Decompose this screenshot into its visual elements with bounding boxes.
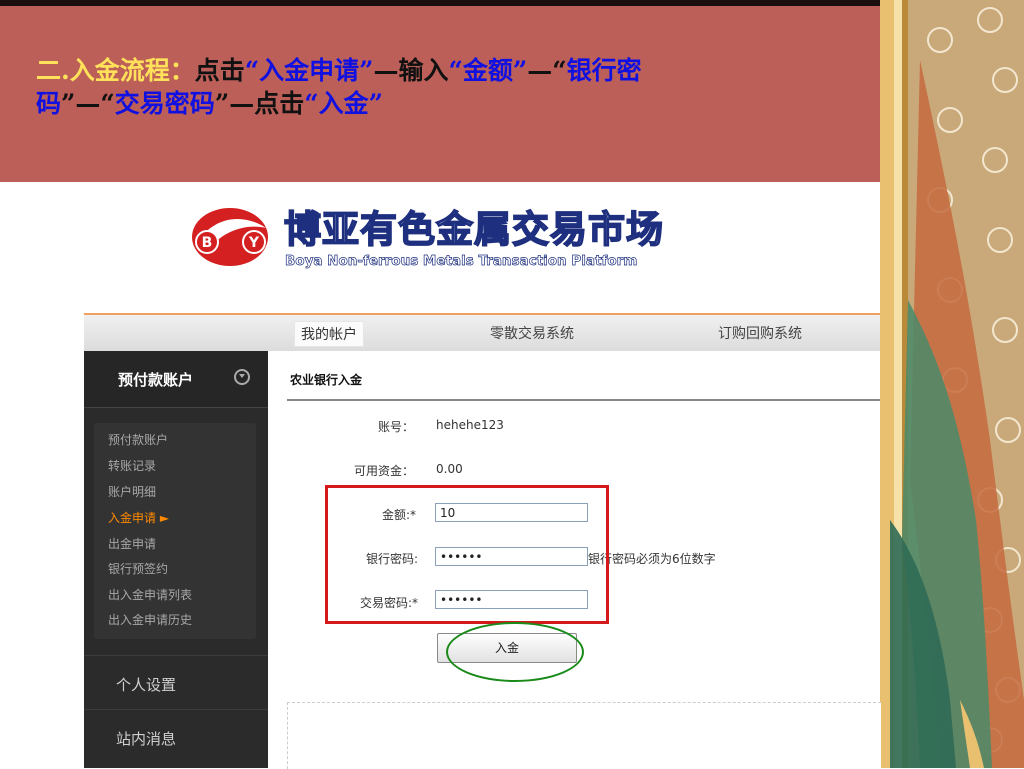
sidebar-item-prepaid-account[interactable]: 预付款账户: [108, 433, 168, 447]
sidebar-item-request-list[interactable]: 出入金申请列表: [108, 588, 192, 602]
boya-logo: B Y: [192, 208, 268, 266]
sidebar-section-personal-settings[interactable]: 个人设置: [84, 655, 268, 710]
sidebar-item-withdraw-request[interactable]: 出金申请: [108, 537, 156, 551]
title-prefix: 二.入金流程：: [36, 56, 195, 85]
title-part: “入金申请”: [244, 56, 374, 85]
nav-tab-my-account[interactable]: 我的帐户: [294, 321, 364, 347]
title-part: 银行密: [566, 56, 642, 85]
form-title: 农业银行入金: [290, 373, 363, 387]
title-part: “金额”: [448, 56, 528, 85]
form-title-divider: [287, 399, 880, 401]
title-part: —点击: [229, 89, 305, 118]
highlight-box-annotation: [325, 485, 609, 624]
title-part: 交易密码: [114, 89, 215, 118]
sidebar-section-label: 站内消息: [116, 730, 177, 748]
title-part: “入金”: [304, 89, 383, 118]
available-funds-value: 0.00: [436, 462, 463, 476]
main-nav: 我的帐户 零散交易系统 订购回购系统: [84, 313, 880, 351]
brand-name-en: Boya Non-ferrous Metals Transaction Plat…: [285, 253, 638, 270]
title-part: —“: [527, 56, 567, 85]
available-funds-label: 可用资金：: [353, 464, 414, 478]
nav-tab-order-buyback[interactable]: 订购回购系统: [718, 323, 802, 343]
nav-tab-retail-trading[interactable]: 零散交易系统: [490, 323, 574, 343]
title-part: ”: [214, 89, 230, 118]
title-part: ”: [61, 89, 76, 118]
account-label: 账号：: [377, 420, 414, 434]
floral-pattern-art: [880, 0, 1024, 768]
title-part: 码: [36, 89, 62, 118]
title-part: —输入: [373, 56, 449, 85]
brand-name-cn: 博亚有色金属交易市场: [283, 208, 664, 251]
sidebar-header-label: 预付款账户: [118, 371, 194, 389]
sidebar-item-bank-presign[interactable]: 银行预签约: [108, 562, 168, 576]
content-lower-panel: [287, 702, 881, 769]
logo-letter-y: Y: [248, 235, 260, 251]
logo-letter-b: B: [202, 235, 213, 251]
sidebar-item-deposit-request[interactable]: 入金申请 ►: [108, 511, 169, 525]
sidebar-section-label: 个人设置: [116, 676, 177, 694]
sidebar-item-account-details[interactable]: 账户明细: [108, 485, 156, 499]
title-part: —“: [75, 89, 115, 118]
sidebar-item-transfer-records[interactable]: 转账记录: [108, 459, 156, 473]
sidebar-submenu: [94, 423, 256, 639]
sidebar-item-request-history[interactable]: 出入金申请历史: [108, 613, 192, 627]
decorative-floral-panel: [880, 0, 1024, 768]
chevron-down-circle-icon[interactable]: [234, 369, 250, 385]
account-value: hehehe123: [436, 418, 504, 432]
sidebar-section-site-messages[interactable]: 站内消息: [84, 709, 268, 769]
slide-title: 二.入金流程：点击“入金申请”—输入“金额”—“银行密 码”—“交易密码”—点击“…: [36, 54, 796, 120]
sidebar-header[interactable]: 预付款账户: [84, 351, 268, 408]
sidebar: 预付款账户 预付款账户 转账记录 账户明细 入金申请 ► 出金申请 银行预签约 …: [84, 351, 268, 768]
highlight-ellipse-annotation: [446, 622, 584, 682]
title-part: 点击: [194, 56, 245, 85]
